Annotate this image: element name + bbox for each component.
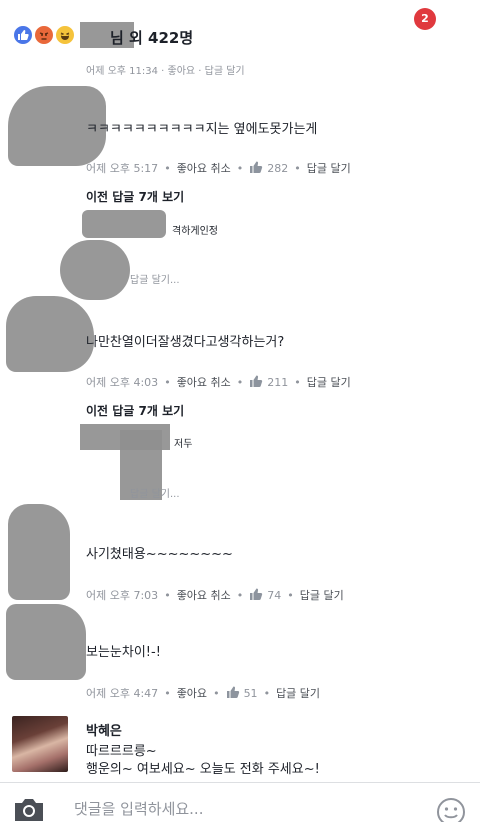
like-button[interactable]: 좋아요 취소 bbox=[177, 376, 231, 389]
comment-meta: 어제 오후 5:17 • 좋아요 취소 • 282 • 답글 달기 bbox=[86, 161, 351, 175]
reply-meta[interactable]: 답글 달기... bbox=[130, 271, 180, 286]
comment-time: 어제 오후 4:03 bbox=[86, 376, 159, 389]
like-count: 51 bbox=[243, 687, 258, 700]
reactions-header: 님 외 422명 2 어제 오후 11:34 · 좋아요 · 답글 달기 bbox=[0, 0, 480, 77]
reply-button[interactable]: 답글 달기 bbox=[276, 687, 320, 700]
reply-preview: 격하게인정 bbox=[172, 226, 218, 237]
view-previous-replies[interactable]: 이전 답글 7개 보기 bbox=[86, 402, 184, 419]
comment-time: 어제 오후 7:03 bbox=[86, 589, 159, 602]
reaction-count-text: 님 외 422명 bbox=[110, 29, 194, 47]
like-button[interactable]: 좋아요 취소 bbox=[177, 589, 231, 602]
like-button[interactable]: 좋아요 bbox=[177, 687, 207, 700]
reply-meta[interactable]: 답글 달기... bbox=[130, 485, 180, 500]
redacted-reply-avatar bbox=[82, 210, 166, 238]
redacted-avatar bbox=[8, 504, 70, 600]
reaction-summary[interactable] bbox=[12, 24, 78, 48]
like-icon bbox=[12, 24, 34, 46]
comment-composer bbox=[0, 782, 480, 822]
comment-time: 어제 오후 4:47 bbox=[86, 687, 159, 700]
comment-text-line: 행운의~ 여보세요~ 오늘도 전화 주세요~! bbox=[86, 762, 320, 777]
smiley-icon[interactable] bbox=[436, 797, 466, 822]
thumbs-up-icon bbox=[250, 161, 263, 173]
reply-button[interactable]: 답글 달기 bbox=[307, 376, 351, 389]
reply-button[interactable]: 답글 달기 bbox=[300, 589, 344, 602]
comment-meta: 어제 오후 4:03 • 좋아요 취소 • 211 • 답글 달기 bbox=[86, 375, 351, 389]
like-count: 74 bbox=[267, 589, 282, 602]
comment-time: 어제 오후 5:17 bbox=[86, 162, 159, 175]
camera-icon[interactable] bbox=[12, 797, 46, 822]
reply-button[interactable]: 답글 달기 bbox=[307, 162, 351, 175]
view-previous-replies[interactable]: 이전 답글 7개 보기 bbox=[86, 188, 184, 205]
redacted-avatar bbox=[6, 296, 94, 372]
like-button[interactable]: 좋아요 취소 bbox=[177, 162, 231, 175]
like-count: 282 bbox=[267, 162, 289, 175]
haha-icon bbox=[54, 24, 76, 46]
comment-meta: 어제 오후 7:03 • 좋아요 취소 • 74 • 답글 달기 bbox=[86, 588, 344, 602]
avatar[interactable] bbox=[12, 716, 68, 772]
comment-author[interactable]: 박혜은 bbox=[86, 720, 122, 739]
thumbs-up-icon bbox=[250, 375, 263, 387]
comment-input[interactable] bbox=[74, 797, 414, 821]
previous-comment-meta: 어제 오후 11:34 · 좋아요 · 답글 달기 bbox=[86, 66, 245, 77]
thumbs-up-icon bbox=[226, 686, 239, 698]
comment-text-line: 따르르르릉~ bbox=[86, 744, 157, 759]
notification-badge[interactable]: 2 bbox=[414, 8, 436, 30]
comment-text: ㅋㅋㅋㅋㅋㅋㅋㅋㅋㅋ지는 옆에도못가는게 bbox=[86, 122, 318, 137]
comment-text: 보는눈차이!-! bbox=[86, 645, 161, 660]
comment-text: 나만찬열이더잘생겼다고생각하는거? bbox=[86, 335, 285, 350]
reply-preview: 저두 bbox=[174, 439, 193, 450]
comment-meta: 어제 오후 4:47 • 좋아요 • 51 • 답글 달기 bbox=[86, 686, 321, 700]
comment-text: 사기쳤태용~~~~~~~~ bbox=[86, 547, 233, 562]
redacted-avatar bbox=[6, 604, 86, 680]
like-count: 211 bbox=[267, 376, 289, 389]
redacted-avatar bbox=[60, 240, 130, 300]
thumbs-up-icon bbox=[250, 588, 263, 600]
angry-icon bbox=[33, 24, 55, 46]
